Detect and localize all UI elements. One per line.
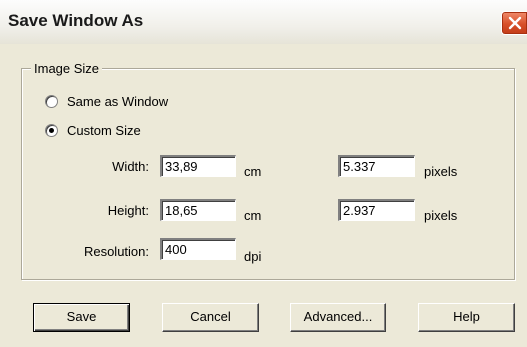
window-title: Save Window As <box>8 11 144 30</box>
resolution-unit-dpi: dpi <box>244 249 262 264</box>
save-window-as-dialog: Save Window As Image Size Same as Window… <box>0 0 527 347</box>
radio-same-as-window-label: Same as Window <box>67 93 169 109</box>
radio-custom-size[interactable]: Custom Size <box>45 121 141 139</box>
close-button[interactable] <box>501 11 527 35</box>
height-unit-pixels: pixels <box>424 208 458 223</box>
radio-same-as-window-circle[interactable] <box>45 94 58 108</box>
cancel-button[interactable]: Cancel <box>162 303 259 332</box>
radio-custom-size-circle[interactable] <box>45 123 58 137</box>
height-cm-input[interactable]: 18,65 <box>160 199 236 221</box>
width-unit-pixels: pixels <box>424 164 458 179</box>
radio-same-as-window[interactable]: Same as Window <box>45 92 168 110</box>
advanced-button[interactable]: Advanced... <box>290 303 386 332</box>
radio-custom-size-label: Custom Size <box>67 122 141 138</box>
width-label: Width: <box>112 159 149 174</box>
width-unit-cm: cm <box>244 164 262 179</box>
dialog-body: Image Size Same as Window Custom Size Wi… <box>0 44 527 347</box>
resolution-input[interactable]: 400 <box>160 238 236 260</box>
image-size-legend: Image Size <box>31 61 103 76</box>
resolution-label: Resolution: <box>83 244 149 259</box>
width-cm-input[interactable]: 33,89 <box>160 155 236 177</box>
height-label: Height: <box>107 203 149 218</box>
title-bar[interactable]: Save Window As <box>0 0 527 45</box>
height-pixels-input[interactable]: 2.937 <box>338 199 415 221</box>
height-unit-cm: cm <box>244 208 262 223</box>
help-button[interactable]: Help <box>418 303 515 332</box>
width-pixels-input[interactable]: 5.337 <box>338 155 415 177</box>
save-button[interactable]: Save <box>33 303 130 332</box>
close-icon <box>508 16 521 30</box>
